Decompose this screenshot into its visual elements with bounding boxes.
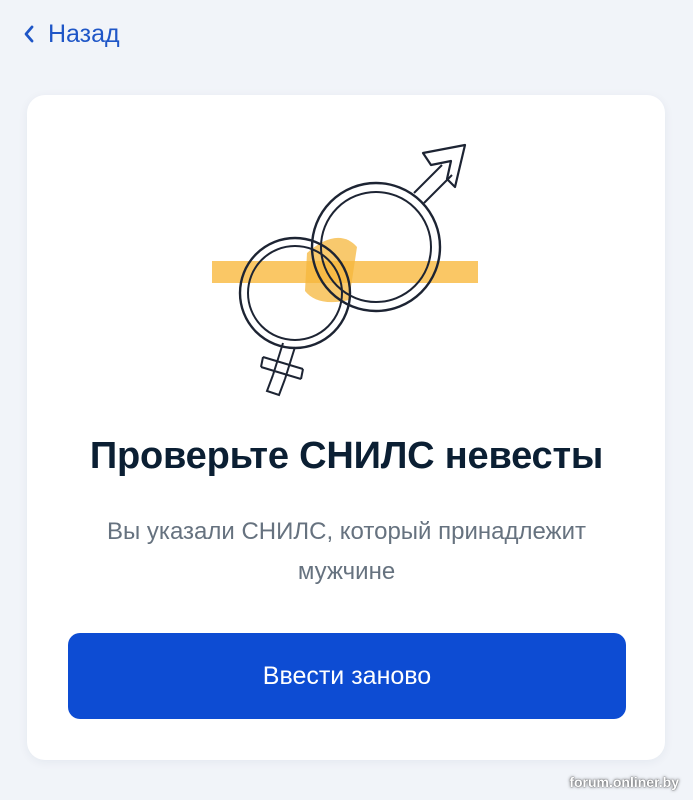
reenter-button[interactable]: Ввести заново	[68, 633, 626, 719]
watermark: forum.onliner.by	[569, 774, 679, 790]
gender-rings-icon	[212, 143, 478, 397]
back-label: Назад	[48, 19, 120, 48]
page-subtitle: Вы указали СНИЛС, который принадлежит му…	[106, 518, 586, 585]
page-title: Проверьте СНИЛС невесты	[89, 435, 604, 477]
back-button[interactable]: Назад	[22, 14, 120, 54]
chevron-left-icon	[22, 23, 36, 45]
